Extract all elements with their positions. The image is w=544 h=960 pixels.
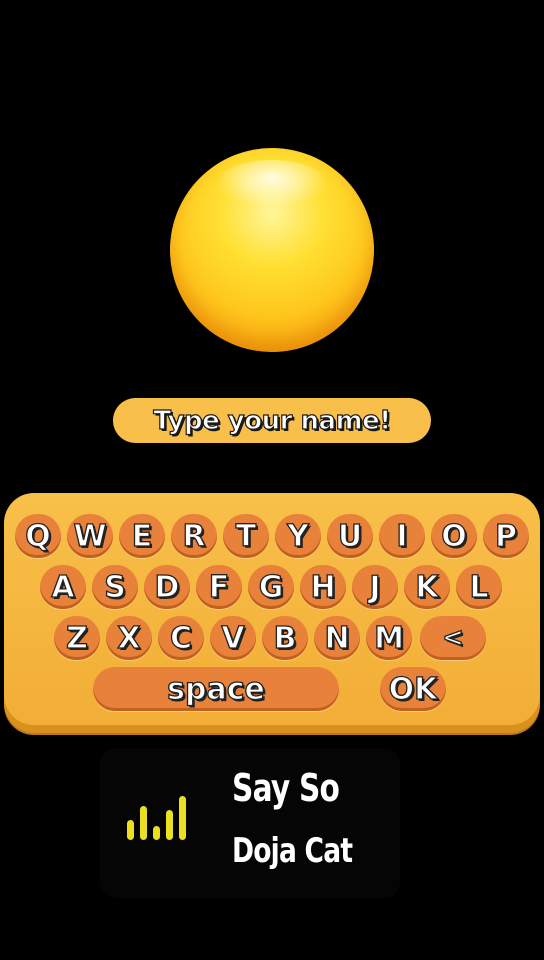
song-title: Say So bbox=[232, 766, 340, 810]
key-b[interactable]: B bbox=[262, 616, 308, 660]
audio-bars-icon bbox=[127, 790, 197, 850]
key-p[interactable]: P bbox=[483, 514, 529, 558]
key-k[interactable]: K bbox=[404, 565, 450, 609]
key-f[interactable]: F bbox=[196, 565, 242, 609]
key-x[interactable]: X bbox=[106, 616, 152, 660]
key-h[interactable]: H bbox=[300, 565, 346, 609]
key-y[interactable]: Y bbox=[275, 514, 321, 558]
yellow-orb bbox=[170, 148, 374, 352]
key-d[interactable]: D bbox=[144, 565, 190, 609]
key-r[interactable]: R bbox=[171, 514, 217, 558]
key-q[interactable]: Q bbox=[15, 514, 61, 558]
key-w[interactable]: W bbox=[67, 514, 113, 558]
on-screen-keyboard: Q W E R T Y U I O P A S D F G H J K L Z … bbox=[4, 493, 540, 733]
key-j[interactable]: J bbox=[352, 565, 398, 609]
key-t[interactable]: T bbox=[223, 514, 269, 558]
key-c[interactable]: C bbox=[158, 616, 204, 660]
key-e[interactable]: E bbox=[119, 514, 165, 558]
key-z[interactable]: Z bbox=[54, 616, 100, 660]
key-l[interactable]: L bbox=[456, 565, 502, 609]
backspace-key[interactable]: < bbox=[420, 616, 486, 660]
key-o[interactable]: O bbox=[431, 514, 477, 558]
key-a[interactable]: A bbox=[40, 565, 86, 609]
space-key[interactable]: space bbox=[93, 667, 339, 711]
key-v[interactable]: V bbox=[210, 616, 256, 660]
ok-button[interactable]: OK bbox=[380, 667, 446, 711]
key-n[interactable]: N bbox=[314, 616, 360, 660]
key-m[interactable]: M bbox=[366, 616, 412, 660]
song-artist: Doja Cat bbox=[232, 831, 353, 871]
name-prompt: Type your name! bbox=[113, 398, 431, 443]
key-i[interactable]: I bbox=[379, 514, 425, 558]
key-g[interactable]: G bbox=[248, 565, 294, 609]
key-s[interactable]: S bbox=[92, 565, 138, 609]
orb-highlight bbox=[218, 160, 326, 206]
key-u[interactable]: U bbox=[327, 514, 373, 558]
